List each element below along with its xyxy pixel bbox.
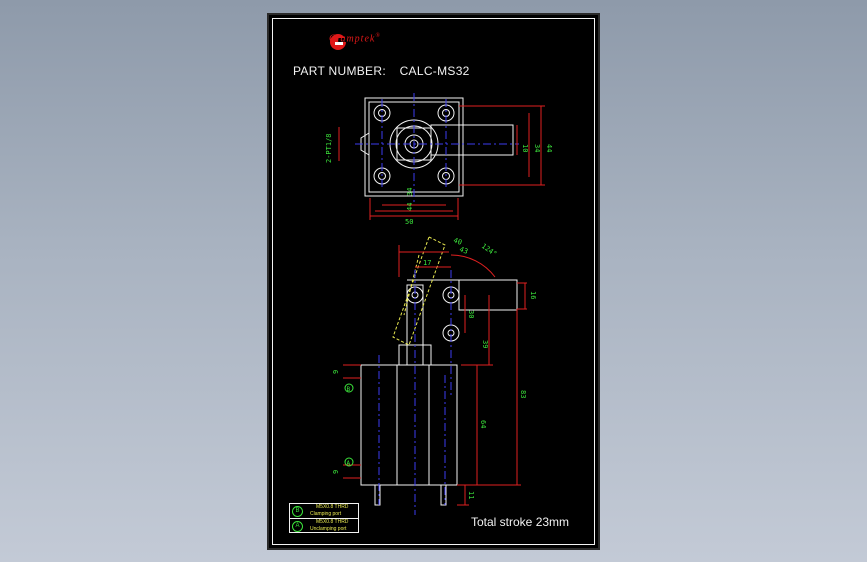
dim-top-10: 10	[521, 144, 529, 152]
technical-drawing: 34 44 50 10 34 44 2-PT1/8 40 43 17 124° …	[325, 34, 553, 515]
legend-mark: A	[292, 521, 303, 532]
dim-side-30: 30	[467, 310, 475, 318]
part-number-value: CALC-MS32	[399, 64, 470, 78]
part-number: PART NUMBER: CALC-MS32	[293, 64, 470, 78]
part-number-label: PART NUMBER:	[293, 64, 386, 78]
dim-side-17: 17	[423, 259, 431, 267]
dim-side-64: 64	[479, 420, 487, 428]
legend-row: B M5X0.8 THRD Clamping port	[290, 504, 358, 519]
port-legend: B M5X0.8 THRD Clamping port A M5X0.8 THR…	[289, 503, 359, 533]
drawing-sheet: 34 44 50 10 34 44 2-PT1/8 40 43 17 124° …	[267, 13, 600, 550]
dim-side-angle: 124°	[480, 242, 498, 258]
port-a-label: A	[347, 460, 351, 467]
dim-side-16: 16	[529, 291, 537, 299]
dim-top-34v: 34	[533, 144, 541, 152]
legend-spec: M5X0.8 THRD	[316, 519, 349, 525]
dim-side-43: 43	[458, 245, 469, 255]
dim-top-44v: 44	[545, 144, 553, 152]
dim-top-34: 34	[406, 188, 414, 196]
legend-spec: M5X0.8 THRD	[316, 504, 349, 510]
dim-side-9-top: 9	[332, 370, 340, 374]
top-view	[338, 93, 545, 220]
legend-mark: B	[292, 506, 303, 517]
dim-side-39: 39	[481, 340, 489, 348]
dim-side-9-bot: 9	[332, 470, 340, 474]
side-view	[343, 236, 527, 515]
port-b-label: B	[347, 386, 351, 393]
legend-desc: Clamping port	[310, 511, 342, 517]
stroke-note: Total stroke 23mm	[471, 515, 570, 529]
brand-name: Clamptek®	[329, 33, 381, 45]
dim-thread: 2-PT1/8	[325, 133, 333, 163]
dim-side-83: 83	[519, 390, 527, 398]
legend-desc: Unclamping port	[310, 526, 347, 532]
dim-top-44: 44	[406, 203, 414, 211]
dim-side-11: 11	[467, 491, 475, 499]
legend-row: A M5X0.8 THRD Unclamping port	[290, 519, 358, 533]
dim-top-50: 50	[405, 218, 413, 226]
